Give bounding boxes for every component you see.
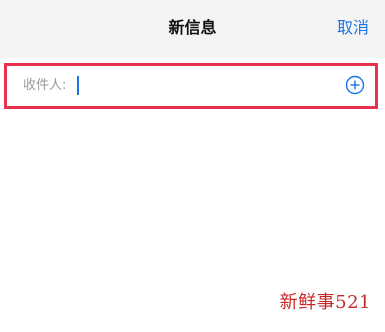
page-title: 新信息 <box>168 18 217 37</box>
cancel-button[interactable]: 取消 <box>337 18 369 38</box>
recipient-field[interactable]: 收件人: <box>4 63 378 109</box>
plus-circle-icon[interactable] <box>345 75 365 95</box>
text-cursor <box>77 76 79 95</box>
watermark-text: 新鲜事521 <box>279 292 371 313</box>
recipient-label: 收件人: <box>23 78 67 93</box>
navigation-bar: 新信息 取消 <box>0 0 385 58</box>
